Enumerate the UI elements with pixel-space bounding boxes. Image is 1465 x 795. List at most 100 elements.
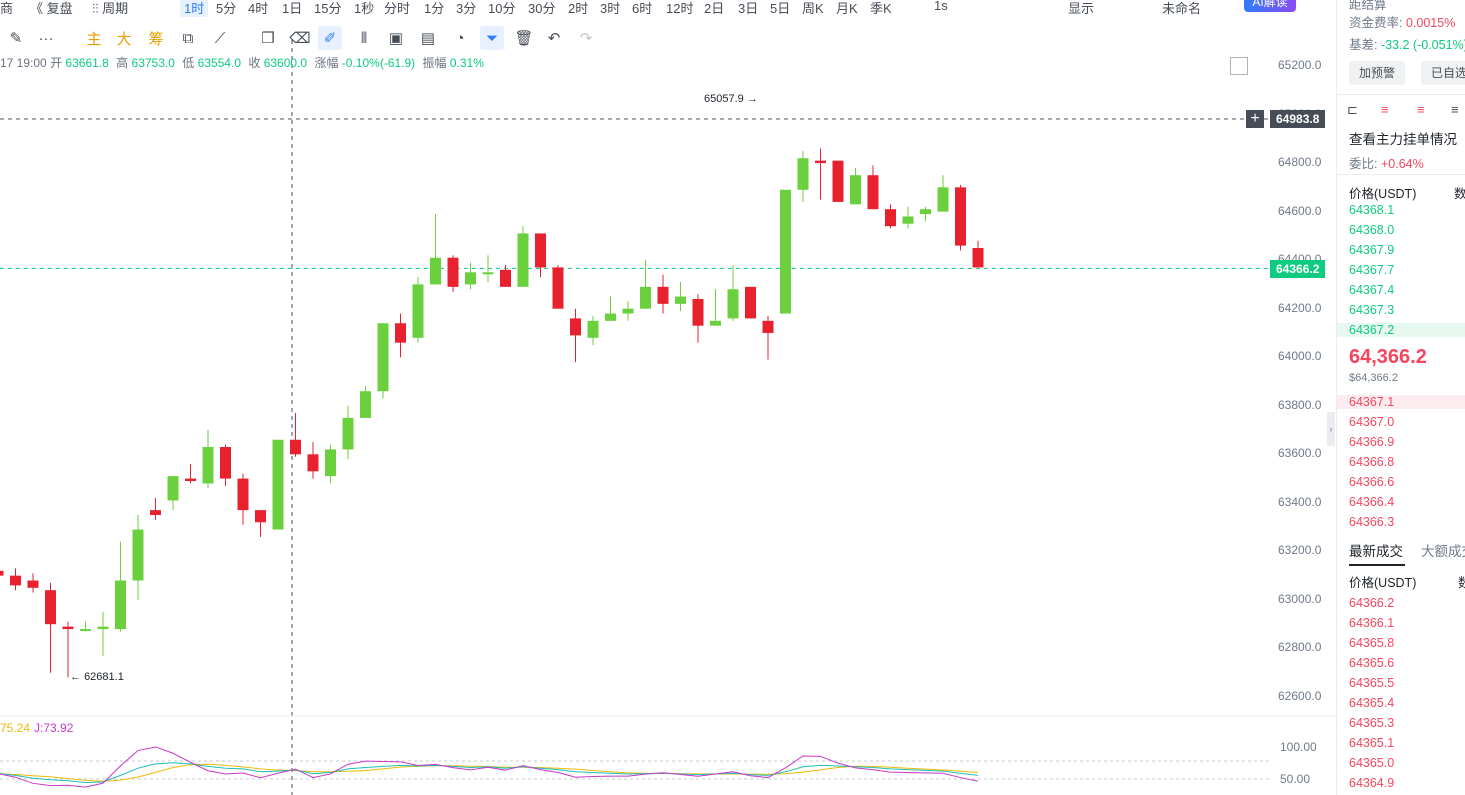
candle-style-icon[interactable]: ⫴: [352, 26, 376, 50]
ask-row[interactable]: 64366.4: [1349, 495, 1394, 509]
timeframe-14[interactable]: 2时: [568, 0, 588, 17]
depth-both-icon[interactable]: ⊏: [1347, 102, 1358, 118]
ask-row[interactable]: 64367.0: [1349, 415, 1394, 429]
depth-list-icon[interactable]: ≡: [1451, 102, 1459, 117]
trade-row[interactable]: 64365.4: [1349, 696, 1394, 710]
tab-underline: [1349, 564, 1405, 566]
panel-collapse-handle[interactable]: ›: [1327, 412, 1335, 446]
watchlist-button[interactable]: 已自选: [1421, 61, 1465, 85]
timeframe-21[interactable]: 周K: [802, 0, 824, 17]
candle-body: [815, 160, 826, 164]
timeframe-6[interactable]: 1日: [282, 0, 302, 17]
timeframe-22[interactable]: 月K: [836, 0, 858, 17]
ask-row[interactable]: 64366.6: [1349, 475, 1394, 489]
timeframe-15[interactable]: 3时: [600, 0, 620, 17]
trade-row[interactable]: 64365.6: [1349, 656, 1394, 670]
trade-row[interactable]: 64365.0: [1349, 756, 1394, 770]
trade-row[interactable]: 64366.1: [1349, 616, 1394, 630]
eraser-icon[interactable]: ⌫: [288, 26, 312, 50]
lock-icon[interactable]: ▣: [384, 26, 408, 50]
timeframe-16[interactable]: 6时: [632, 0, 652, 17]
funding-rate: 资金费率: 0.0015%: [1349, 16, 1456, 30]
fullscreen-icon[interactable]: [1230, 57, 1248, 75]
timeframe-11[interactable]: 3分: [456, 0, 476, 17]
timeframe-5[interactable]: 4时: [248, 0, 268, 17]
tab-latest-trades[interactable]: 最新成交: [1349, 540, 1403, 560]
timeframe-23[interactable]: 季K: [870, 0, 892, 17]
topbar-right-0[interactable]: 1s: [934, 0, 948, 13]
depth-title[interactable]: 查看主力挂单情况: [1349, 128, 1457, 148]
price-tick: 65200.0: [1278, 58, 1322, 72]
timeframe-19[interactable]: 3日: [738, 0, 758, 17]
ask-row[interactable]: 64367.1: [1337, 395, 1465, 409]
bid-row[interactable]: 64367.3: [1349, 303, 1394, 317]
depth-bids-icon[interactable]: ≡: [1381, 102, 1389, 117]
ai-interpret-button[interactable]: AI解读: [1244, 0, 1296, 12]
trade-row[interactable]: 64364.9: [1349, 776, 1394, 790]
candle-body: [972, 248, 984, 268]
redo-icon[interactable]: ↷: [574, 26, 598, 50]
ask-row[interactable]: 64366.9: [1349, 435, 1394, 449]
topbar-right-1[interactable]: 显示: [1068, 0, 1094, 17]
candlestick-chart[interactable]: [0, 0, 1336, 795]
ask-row[interactable]: 64366.8: [1349, 455, 1394, 469]
magnet-icon[interactable]: ◔: [448, 26, 472, 50]
bid-row[interactable]: 64367.4: [1349, 283, 1394, 297]
timeframe-8[interactable]: 1秒: [354, 0, 374, 17]
candle-body: [255, 510, 266, 523]
main-indicator-button[interactable]: 主: [82, 26, 106, 50]
timeframe-0[interactable]: 商: [0, 0, 13, 17]
chip-button[interactable]: 筹: [144, 26, 168, 50]
bid-row[interactable]: 64368.1: [1349, 203, 1394, 217]
compare-icon[interactable]: ⧉: [176, 26, 200, 50]
draw-mode-icon[interactable]: ✐: [318, 26, 342, 50]
measure-icon[interactable]: ⟋: [208, 26, 232, 50]
add-alert-icon[interactable]: +: [1246, 110, 1264, 128]
timeframe-10[interactable]: 1分: [424, 0, 444, 17]
big-order-button[interactable]: 大: [112, 26, 136, 50]
note-icon[interactable]: ▤: [416, 26, 440, 50]
tab-large-trades[interactable]: 大额成交: [1421, 540, 1465, 560]
bid-row[interactable]: 64367.2: [1337, 323, 1465, 337]
candle-body: [552, 267, 564, 309]
price-tick: 62800.0: [1278, 640, 1322, 655]
high-marker-label: 65057.9 →: [704, 93, 758, 105]
trade-row[interactable]: 64365.1: [1349, 736, 1394, 750]
timeframe-7[interactable]: 15分: [314, 0, 341, 17]
timeframe-17[interactable]: 12时: [666, 0, 693, 17]
candle-body: [80, 629, 91, 632]
timeframe-3[interactable]: 1时: [180, 0, 209, 17]
add-alert-button[interactable]: 加预警: [1349, 61, 1405, 85]
candle-body: [272, 439, 284, 530]
candle-body: [500, 269, 511, 287]
topbar-right-2[interactable]: 未命名: [1162, 0, 1201, 17]
timeframe-18[interactable]: 2日: [704, 0, 724, 17]
timeframe-4[interactable]: 5分: [216, 0, 236, 17]
undo-icon[interactable]: ↶: [542, 26, 566, 50]
more-icon[interactable]: ···: [34, 26, 58, 50]
candle-body: [605, 313, 616, 321]
timeframe-9[interactable]: 分时: [384, 0, 410, 17]
candle-body: [762, 320, 774, 333]
trade-row[interactable]: 64366.2: [1349, 596, 1394, 610]
timeframe-13[interactable]: 30分: [528, 0, 555, 17]
trade-row[interactable]: 64365.8: [1349, 636, 1394, 650]
timeframe-12[interactable]: 10分: [488, 0, 515, 17]
timeframe-20[interactable]: 5日: [770, 0, 790, 17]
bid-row[interactable]: 64368.0: [1349, 223, 1394, 237]
timeframe-2[interactable]: ⫶⫶ 周期: [92, 0, 128, 17]
copy-icon[interactable]: ❐: [256, 26, 280, 50]
trade-row[interactable]: 64365.5: [1349, 676, 1394, 690]
candle-body: [220, 447, 231, 479]
candle-body: [10, 575, 21, 586]
ask-row[interactable]: 64366.3: [1349, 515, 1394, 529]
depth-asks-icon[interactable]: ≡: [1417, 102, 1425, 117]
filter-icon[interactable]: ⏷: [480, 26, 504, 50]
trade-row[interactable]: 64365.3: [1349, 716, 1394, 730]
bid-row[interactable]: 64367.9: [1349, 243, 1394, 257]
brush-icon[interactable]: ✎: [4, 26, 28, 50]
bid-row[interactable]: 64367.7: [1349, 263, 1394, 277]
trash-icon[interactable]: 🗑: [512, 26, 536, 50]
timeframe-1[interactable]: 《 复盘: [30, 0, 73, 17]
candle-body: [902, 216, 914, 224]
